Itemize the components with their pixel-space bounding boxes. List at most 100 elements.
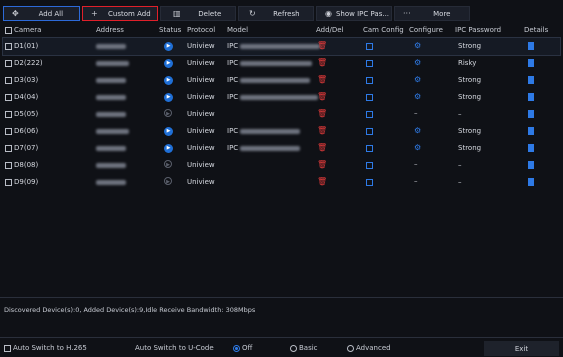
custom-add-button[interactable]: + Custom Add: [82, 6, 158, 21]
table-row[interactable]: D1(01) ▶ Uniview IPC 🗑 ⚙ Strong: [2, 37, 561, 56]
camera-cell: D6(06): [5, 127, 38, 135]
gear-icon[interactable]: ⚙: [414, 41, 421, 50]
select-all-checkbox[interactable]: [5, 26, 12, 34]
play-icon: ▶: [164, 160, 172, 168]
gear-icon[interactable]: ⚙: [414, 58, 421, 67]
add-all-button[interactable]: ✥ Add All: [3, 6, 80, 21]
details-icon[interactable]: [528, 178, 534, 188]
table-row[interactable]: D3(03) ▶ Uniview IPC 🗑 ⚙ Strong: [3, 72, 560, 89]
model-text: IPC: [227, 42, 239, 50]
model-cell: IPC: [227, 42, 321, 50]
row-checkbox[interactable]: [5, 178, 12, 186]
protocol-cell: Uniview: [187, 110, 215, 118]
basic-radio[interactable]: [290, 344, 297, 352]
delete-icon[interactable]: 🗑: [317, 41, 327, 50]
table-row[interactable]: D9(09) ▶ Uniview 🗑 – –: [3, 174, 560, 191]
auto-h265-checkbox[interactable]: [4, 344, 11, 352]
delete-icon[interactable]: 🗑: [317, 58, 327, 67]
gear-icon[interactable]: ⚙: [414, 126, 421, 135]
status-cell: ▶: [164, 126, 173, 136]
protocol-cell: Uniview: [187, 161, 215, 169]
delete-icon[interactable]: 🗑: [317, 143, 327, 152]
row-checkbox[interactable]: [5, 144, 12, 152]
gear-icon[interactable]: ⚙: [414, 143, 421, 152]
details-icon[interactable]: [528, 76, 534, 86]
show-ipc-password-button[interactable]: ◉ Show IPC Pas...: [316, 6, 392, 21]
row-checkbox[interactable]: [5, 161, 12, 169]
edit-icon[interactable]: [366, 111, 373, 120]
details-icon[interactable]: [528, 144, 534, 154]
camera-column-header[interactable]: Camera: [5, 26, 41, 34]
off-radio[interactable]: [233, 344, 240, 352]
details-icon[interactable]: [528, 127, 534, 137]
ipc-password-cell: Strong: [458, 93, 482, 101]
ucode-off-option[interactable]: Off: [233, 344, 252, 352]
auto-h265-option[interactable]: Auto Switch to H.265: [4, 344, 87, 352]
edit-icon[interactable]: [366, 179, 373, 188]
protocol-cell: Uniview: [187, 144, 215, 152]
status-cell: ▶: [164, 109, 172, 117]
gear-icon[interactable]: ⚙: [414, 92, 421, 101]
advanced-radio[interactable]: [347, 344, 354, 352]
address-cell: [96, 110, 126, 118]
table-row[interactable]: D7(07) ▶ Uniview IPC 🗑 ⚙ Strong: [3, 140, 560, 157]
row-checkbox[interactable]: [5, 127, 12, 135]
ucode-advanced-option[interactable]: Advanced: [347, 344, 391, 352]
delete-icon[interactable]: 🗑: [317, 126, 327, 135]
details-icon[interactable]: [528, 59, 534, 69]
ipc-password-cell: –: [458, 178, 462, 186]
address-cell: [96, 161, 126, 169]
table-row[interactable]: D2(222) ▶ Uniview IPC 🗑 ⚙ Risky: [3, 55, 560, 72]
row-checkbox[interactable]: [5, 93, 12, 101]
delete-button[interactable]: ▥ Delete: [160, 6, 236, 21]
address-redacted: [96, 60, 129, 66]
row-checkbox[interactable]: [5, 42, 12, 50]
more-button[interactable]: ··· More: [394, 6, 470, 21]
details-icon[interactable]: [528, 93, 534, 103]
ucode-basic-option[interactable]: Basic: [290, 344, 318, 352]
play-icon: ▶: [164, 177, 172, 185]
table-row[interactable]: D5(05) ▶ Uniview 🗑 – –: [3, 106, 560, 123]
camera-cell: D8(08): [5, 161, 38, 169]
model-text: IPC: [227, 59, 239, 67]
delete-icon[interactable]: 🗑: [317, 109, 327, 118]
table-row[interactable]: D6(06) ▶ Uniview IPC 🗑 ⚙ Strong: [3, 123, 560, 140]
details-icon[interactable]: [528, 110, 534, 120]
details-icon[interactable]: [528, 161, 534, 171]
table-row[interactable]: D8(08) ▶ Uniview 🗑 – –: [3, 157, 560, 174]
refresh-button[interactable]: ↻ Refresh: [238, 6, 314, 21]
address-cell: [96, 59, 129, 67]
basic-label: Basic: [299, 344, 318, 352]
play-icon: ▶: [164, 127, 173, 136]
delete-icon[interactable]: 🗑: [317, 177, 327, 186]
delete-icon[interactable]: 🗑: [317, 92, 327, 101]
delete-icon[interactable]: 🗑: [317, 160, 327, 169]
status-cell: ▶: [164, 177, 172, 185]
off-label: Off: [242, 344, 253, 352]
camera-cell: D4(04): [5, 93, 38, 101]
table-header: Camera Address Status Protocol Model Add…: [3, 24, 560, 38]
ipc-password-cell: Strong: [458, 76, 482, 84]
model-redacted: [240, 145, 301, 151]
table-row[interactable]: D4(04) ▶ Uniview IPC 🗑 ⚙ Strong: [3, 89, 560, 106]
details-icon[interactable]: [528, 42, 534, 52]
edit-icon[interactable]: [366, 145, 373, 154]
edit-icon[interactable]: [366, 94, 373, 103]
row-checkbox[interactable]: [5, 76, 12, 84]
delete-icon[interactable]: 🗑: [317, 75, 327, 84]
exit-button[interactable]: Exit: [484, 341, 559, 356]
model-redacted: [240, 60, 313, 66]
ipc-password-cell: –: [458, 161, 462, 169]
edit-icon[interactable]: [366, 60, 373, 69]
edit-icon[interactable]: [366, 128, 373, 137]
model-cell: IPC: [227, 127, 301, 135]
edit-icon[interactable]: [366, 43, 373, 52]
row-checkbox[interactable]: [5, 59, 12, 67]
row-checkbox[interactable]: [5, 110, 12, 118]
play-icon: ▶: [164, 144, 173, 153]
status-cell: ▶: [164, 143, 173, 153]
edit-icon[interactable]: [366, 77, 373, 86]
more-label: More: [433, 9, 451, 18]
gear-icon[interactable]: ⚙: [414, 75, 421, 84]
edit-icon[interactable]: [366, 162, 373, 171]
